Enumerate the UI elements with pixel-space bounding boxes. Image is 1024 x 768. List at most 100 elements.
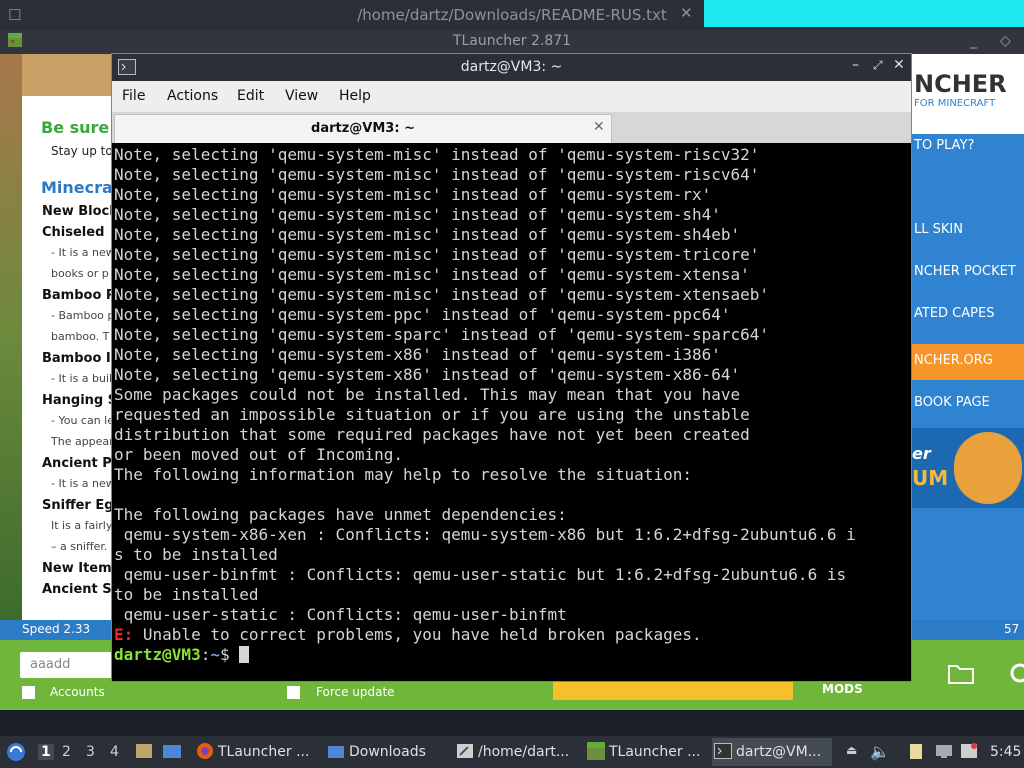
force-update-checkbox[interactable] — [287, 686, 300, 699]
clock[interactable]: 5:45 — [990, 744, 1021, 760]
tlauncher-titlebar[interactable]: TLauncher 2.871 _ ◇ — [0, 30, 1024, 54]
terminal-line: Some packages could not be installed. Th… — [114, 385, 741, 404]
maximize-icon[interactable]: ⤢ — [873, 58, 883, 73]
error-prefix: E: — [114, 625, 134, 644]
news-item-text: – a sniffer. — [51, 540, 108, 553]
menu-edit[interactable]: Edit — [237, 88, 264, 104]
news-panel[interactable]: Be sure t Stay up to Minecraft New Block… — [22, 96, 127, 620]
settings-icon[interactable] — [1008, 662, 1024, 688]
right-menu-item[interactable]: ATED CAPES — [914, 306, 994, 321]
right-menu-item[interactable]: NCHER POCKET — [914, 264, 1016, 279]
workspace-1[interactable]: 1 — [38, 744, 54, 760]
network-icon[interactable] — [934, 742, 954, 764]
show-desktop-icon[interactable] — [135, 742, 153, 764]
terminal-window[interactable]: dartz@VM3: ~ – ⤢ ✕ File Actions Edit Vie… — [111, 53, 912, 682]
username-value: aaadd — [30, 657, 71, 672]
terminal-output[interactable]: Note, selecting 'qemu-system-misc' inste… — [114, 145, 856, 665]
news-item-title: Sniffer Eg — [42, 498, 114, 513]
news-item-text: books or p — [51, 267, 109, 280]
terminal-line: qemu-user-binfmt : Conflicts: qemu-user-… — [114, 565, 847, 584]
news-item-title: Chiseled — [42, 225, 105, 240]
taskbar-item[interactable]: TLauncher ... — [585, 738, 711, 766]
news-item-text: - It is a new — [51, 477, 115, 490]
menu-actions[interactable]: Actions — [167, 88, 218, 104]
news-item-text: The appear — [51, 435, 114, 448]
maximize-icon[interactable]: ◇ — [1000, 33, 1011, 49]
volume-icon[interactable]: 🔈 — [870, 742, 890, 761]
close-icon[interactable]: ✕ — [893, 57, 905, 73]
right-menu-item[interactable]: NCHER.ORG — [914, 353, 993, 368]
terminal-line: s to be installed — [114, 545, 278, 564]
error-message: Unable to correct problems, you have hel… — [133, 625, 702, 644]
terminal-line: Note, selecting 'qemu-system-misc' inste… — [114, 185, 712, 204]
news-item-text: It is a fairly — [51, 519, 113, 532]
terminal-line: Note, selecting 'qemu-system-misc' inste… — [114, 285, 770, 304]
terminal-line: Note, selecting 'qemu-system-misc' inste… — [114, 145, 760, 164]
play-button[interactable] — [553, 682, 793, 700]
username-field[interactable]: aaadd — [20, 652, 112, 678]
terminal-line: Note, selecting 'qemu-system-misc' inste… — [114, 165, 760, 184]
logo-text: NCHER — [914, 70, 1007, 98]
taskbar-item[interactable]: /home/dart... — [454, 738, 580, 766]
right-menu-item[interactable]: TO PLAY? — [914, 138, 974, 153]
text-cursor — [239, 646, 250, 663]
minimize-icon[interactable]: _ — [970, 33, 977, 49]
menu-help[interactable]: Help — [339, 88, 371, 104]
notification-icon[interactable] — [960, 742, 978, 764]
terminal-line: requested an impossible situation or if … — [114, 405, 750, 424]
terminal-window-title: dartz@VM3: ~ — [460, 59, 563, 75]
taskbar-item-label: /home/dart... — [478, 744, 570, 760]
terminal-line: qemu-user-static : Conflicts: qemu-user-… — [114, 605, 567, 624]
tray-up-icon[interactable]: ⏏ — [846, 743, 857, 757]
taskbar-item[interactable]: Downloads — [325, 738, 451, 766]
workspace-3[interactable]: 3 — [86, 744, 95, 760]
news-item-text: - It is a buil — [51, 372, 113, 385]
menu-file[interactable]: File — [122, 88, 145, 104]
force-update-label: Force update — [316, 685, 395, 699]
tlauncher-logo: NCHER FOR MINECRAFT — [910, 54, 1024, 134]
news-item-title: Bamboo I — [42, 351, 111, 366]
news-item-title: New Items — [42, 561, 120, 576]
terminal-line: The following packages have unmet depend… — [114, 505, 567, 524]
terminal-line: distribution that some required packages… — [114, 425, 750, 444]
taskbar-item-label: TLauncher ... — [609, 744, 701, 760]
taskbar-item-label: dartz@VM... — [736, 744, 822, 760]
terminal-prompt[interactable]: dartz@VM3:~$ — [114, 645, 856, 665]
terminal-line: Note, selecting 'qemu-system-sparc' inst… — [114, 325, 770, 344]
start-menu-icon[interactable] — [6, 742, 26, 766]
terminal-line: Note, selecting 'qemu-system-misc' inste… — [114, 245, 760, 264]
minimize-icon[interactable]: – — [852, 57, 859, 73]
right-menu-item[interactable]: LL SKIN — [914, 222, 963, 237]
terminal-line: Note, selecting 'qemu-system-misc' inste… — [114, 205, 721, 224]
minecraft-icon — [587, 742, 605, 764]
clipboard-icon[interactable] — [908, 742, 924, 764]
progress-percent: 57 — [1004, 622, 1020, 636]
folder-icon[interactable] — [948, 662, 974, 688]
mods-button[interactable]: MODS — [822, 682, 863, 696]
workspace-4[interactable]: 4 — [110, 744, 119, 760]
prompt-symbol: $ — [219, 645, 240, 664]
workspace-2[interactable]: 2 — [62, 744, 71, 760]
logo-subtitle: FOR MINECRAFT — [914, 98, 996, 109]
accounts-checkbox[interactable] — [22, 686, 35, 699]
news-subheading: Stay up to — [51, 144, 113, 158]
accounts-label: Accounts — [50, 685, 105, 699]
taskbar-item[interactable]: dartz@VM... — [712, 738, 832, 766]
terminal-line: to be installed — [114, 585, 259, 604]
terminal-titlebar[interactable]: dartz@VM3: ~ – ⤢ ✕ — [112, 54, 911, 81]
menu-view[interactable]: View — [285, 88, 318, 104]
news-item-title: Ancient S — [42, 582, 112, 597]
close-icon[interactable]: ✕ — [680, 4, 693, 22]
file-manager-icon[interactable] — [162, 742, 182, 764]
tab-close-icon[interactable]: ✕ — [593, 119, 605, 135]
promo-banner[interactable]: er UM — [910, 428, 1024, 508]
terminal-tab[interactable]: dartz@VM3: ~ ✕ — [114, 114, 612, 143]
terminal-line: Note, selecting 'qemu-system-ppc' instea… — [114, 305, 731, 324]
right-menu-item[interactable]: BOOK PAGE — [914, 395, 990, 410]
news-item-title: Bamboo P — [42, 288, 116, 303]
news-item-title: Hanging S — [42, 393, 118, 408]
taskbar-item[interactable]: TLauncher ... — [194, 738, 320, 766]
terminal-line: The following information may help to re… — [114, 465, 692, 484]
news-item-text: bamboo. T — [51, 330, 110, 343]
